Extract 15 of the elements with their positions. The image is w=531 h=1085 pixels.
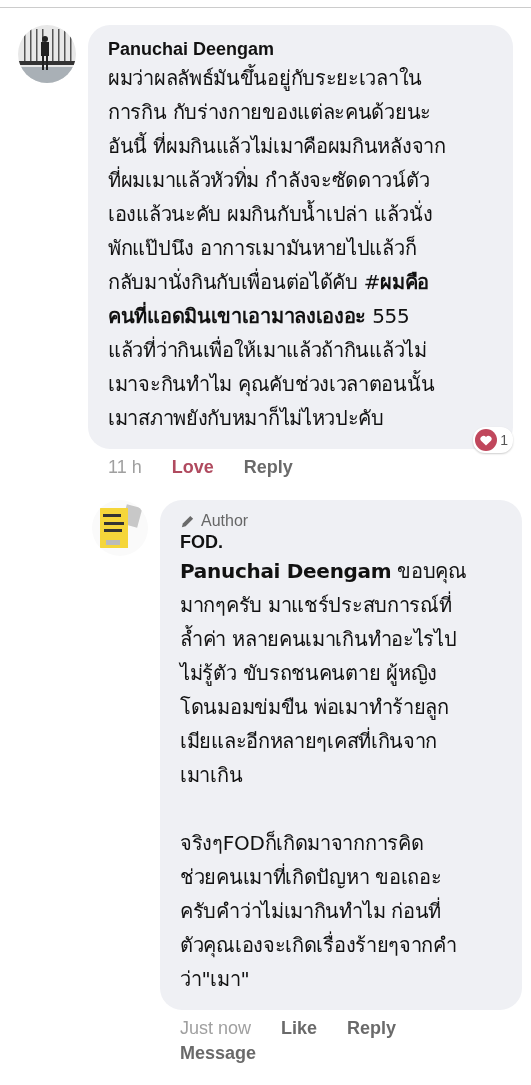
comment-time: 11 h: [108, 457, 142, 478]
action-link[interactable]: Message: [180, 1043, 257, 1064]
action-link[interactable]: Reply: [347, 1018, 397, 1039]
comment-text: จริงๆFODก็เกิดมาจากการคิด ช่วยคนเมาที่เกิดปัญหา ขอเถอะ ครับคำว่าไม่เมากินทำไม ก่อนที่ ตัวคุณเองจะเกิดเรื่องร้ายๆจากคำ ว่า"เมา": [180, 829, 458, 993]
author-name[interactable]: FOD.: [180, 530, 508, 554]
author-name[interactable]: Panuchai Deengam: [108, 37, 499, 61]
pencil-icon: [180, 513, 195, 529]
action-link[interactable]: Love: [171, 457, 214, 478]
comment-text: ผมว่าผลลัพธ์มันขึ้นอยู่กับระยะเวลาใน การกิน กับร่างกายของแต่ละคนด้วยนะ อันนี้ ที่ผมกินแล้วไม่เมาคือผมกินหลังจาก ที่ผมเมาแล้วหัวทิ่ม กำลังจะซัดดาวน์ตัว เองแล้วนะคับ ผมกินกับน้ำเปล่า แล้วนั่ง พักแป๊ปนึง อาการเมามันหายไปแล้วก็ กลับมานั่งกินกับเพื่อนต่อได้คับ #ผมคือ คนที่แอดมินเขาเอามาลงเองอะ 555 แล้วที่ว่ากินเพื่อให้เมาแล้วถ้ากินแล้วไม่ เมาจะกินทำไม คุณคับช่วงเวลาตอนนั้น เมาสภาพยังกับหมาก็ไม่ไหวปะคับ: [108, 63, 447, 432]
action-link[interactable]: Like: [281, 1018, 318, 1039]
comment-time: Just now: [180, 1018, 252, 1039]
author-label: Author: [201, 512, 249, 530]
action-link[interactable]: Reply: [243, 457, 293, 478]
comment-text: Panuchai Deengam ขอบคุณ มากๆครับ มาแชร์ประสบการณ์ที่ ล้ำค่า หลายคนเมาเกินทำอะไรไป ไม่รู้ตัว ขับรถชนคนตาย ผู้หญิง โดนมอมข่มขืน พ่อเมาทำร้ายลูก เมียและอีกหลายๆเคสที่เกินจาก เมาเกิน: [180, 558, 468, 789]
reaction-badge[interactable]: 1: [473, 427, 513, 453]
